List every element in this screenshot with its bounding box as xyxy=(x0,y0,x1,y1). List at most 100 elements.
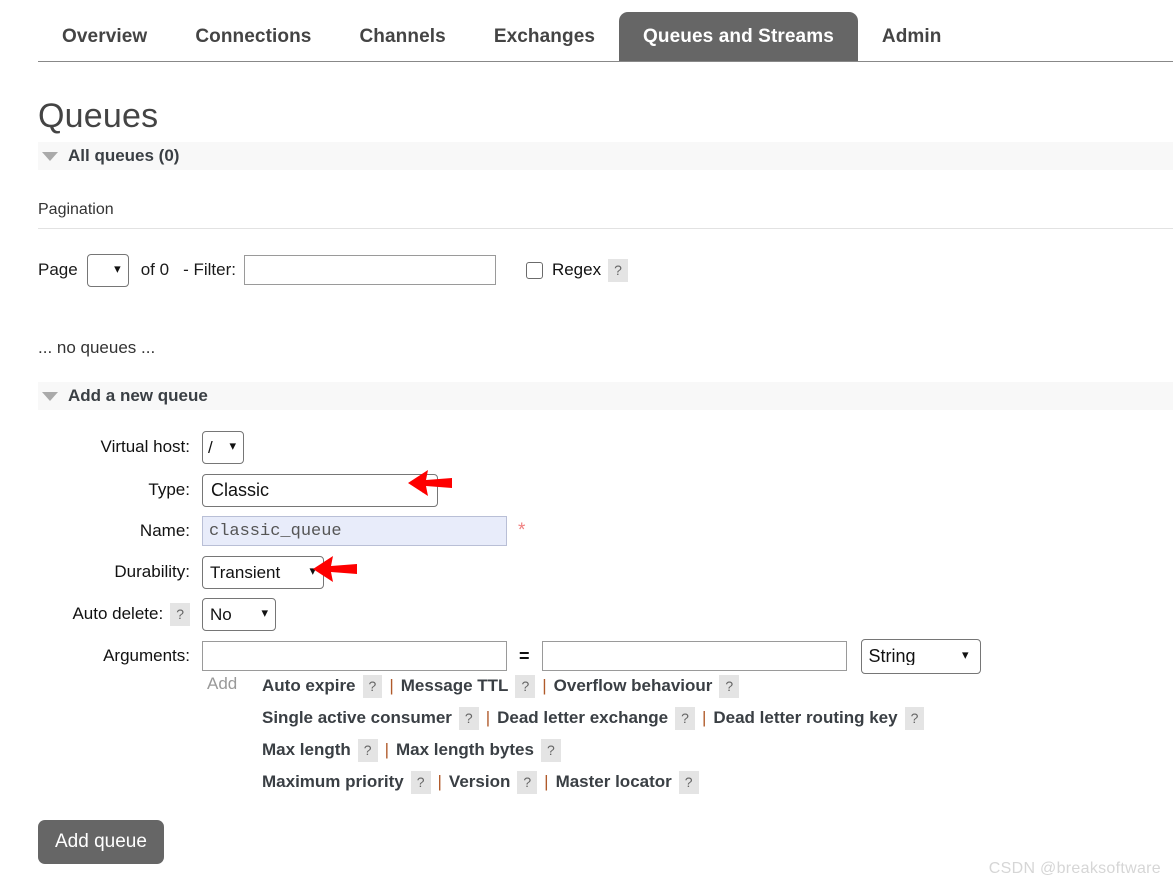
form-row-auto-delete: Auto delete:? No ▾ xyxy=(0,596,1173,632)
regex-label: Regex xyxy=(551,260,602,279)
pagination-label: Pagination xyxy=(38,201,114,218)
tab-admin[interactable]: Admin xyxy=(858,12,966,62)
type-control: Classic ▾ xyxy=(202,473,438,507)
type-label: Type: xyxy=(148,480,190,499)
virtual-host-select-wrapper: / ▾ xyxy=(202,430,244,464)
add-queue-button[interactable]: Add queue xyxy=(38,820,164,864)
tab-overview[interactable]: Overview xyxy=(38,12,171,62)
max-length-help-icon[interactable]: ? xyxy=(357,739,378,762)
chevron-down-icon xyxy=(42,151,58,161)
separator: | xyxy=(437,772,442,791)
section-header-all-queues[interactable]: All queues (0) xyxy=(38,142,1173,170)
dead-letter-routing-key-help-icon[interactable]: ? xyxy=(904,707,925,730)
section-title: Add a new queue xyxy=(68,386,208,405)
separator: | xyxy=(542,676,547,695)
argument-value-input[interactable] xyxy=(541,641,847,671)
arg-preset-single-active-consumer[interactable]: Single active consumer xyxy=(262,708,452,727)
maximum-priority-help-icon[interactable]: ? xyxy=(410,771,431,794)
tab-queues-and-streams[interactable]: Queues and Streams xyxy=(619,12,858,62)
separator: | xyxy=(701,708,707,727)
auto-delete-help-icon[interactable]: ? xyxy=(170,602,190,626)
max-length-bytes-help-icon[interactable]: ? xyxy=(540,739,561,762)
tab-label: Exchanges xyxy=(493,26,596,47)
form-row-name: Name: * xyxy=(0,514,1173,548)
section-header-add-queue[interactable]: Add a new queue xyxy=(38,382,1173,410)
arg-preset-dead-letter-exchange[interactable]: Dead letter exchange xyxy=(497,708,668,727)
message-ttl-help-icon[interactable]: ? xyxy=(515,675,536,698)
watermark: CSDN @breaksoftware xyxy=(988,860,1161,877)
virtual-host-label: Virtual host: xyxy=(100,437,190,456)
durability-label: Durability: xyxy=(114,562,190,581)
form-row-type: Type: Classic ▾ xyxy=(0,472,1173,508)
durability-select-wrapper: Transient ▾ xyxy=(202,555,324,589)
master-locator-help-icon[interactable]: ? xyxy=(678,771,699,794)
arg-preset-max-length-bytes[interactable]: Max length bytes xyxy=(396,740,534,759)
virtual-host-control: / ▾ xyxy=(202,430,244,464)
separator: | xyxy=(389,676,394,695)
tab-label: Connections xyxy=(195,26,312,47)
separator: | xyxy=(544,772,549,791)
section-title: All queues (0) xyxy=(68,146,180,165)
auto-delete-select[interactable]: No xyxy=(202,597,276,631)
arg-preset-version[interactable]: Version xyxy=(449,772,510,791)
argument-equals-sign: = xyxy=(519,645,530,666)
auto-delete-select-wrapper: No ▾ xyxy=(202,597,276,631)
tab-label: Admin xyxy=(881,26,942,47)
dead-letter-exchange-help-icon[interactable]: ? xyxy=(675,707,695,730)
single-active-consumer-help-icon[interactable]: ? xyxy=(458,707,479,730)
auto-delete-label-group: Auto delete:? xyxy=(0,602,190,626)
chevron-down-icon xyxy=(42,391,58,401)
pagination-controls: Page ▾ of 0 - Filter: Regex ? xyxy=(38,252,628,288)
tab-label: Queues and Streams xyxy=(643,26,834,47)
arg-preset-message-ttl[interactable]: Message TTL xyxy=(401,676,509,695)
argument-presets-row-2: Single active consumer? | Dead letter exch… xyxy=(262,707,925,730)
form-row-durability: Durability: Transient ▾ xyxy=(0,554,1173,590)
tab-label: Channels xyxy=(359,26,446,47)
add-argument-link[interactable]: Add xyxy=(207,674,237,694)
nav-underline xyxy=(38,61,1173,62)
argument-key-input[interactable] xyxy=(202,641,507,671)
arg-preset-master-locator[interactable]: Master locator xyxy=(556,772,672,791)
page-select[interactable] xyxy=(86,253,129,287)
filter-label: - Filter: xyxy=(183,260,236,279)
nav-tab-list: Overview Connections Channels Exchanges … xyxy=(38,12,965,62)
argument-presets-row-1: Auto expire? | Message TTL? | Overflow behav… xyxy=(262,675,740,698)
arg-preset-overflow-behaviour[interactable]: Overflow behaviour xyxy=(554,676,713,695)
arguments-control: = String ▾ xyxy=(202,638,981,674)
page-label: Page xyxy=(38,260,78,279)
filter-input[interactable] xyxy=(243,255,496,285)
form-row-virtual-host: Virtual host: / ▾ xyxy=(0,430,1173,464)
arguments-label: Arguments: xyxy=(103,646,190,665)
tab-exchanges[interactable]: Exchanges xyxy=(470,12,619,62)
type-select[interactable]: Classic xyxy=(202,473,438,507)
regex-control: Regex ? xyxy=(525,258,628,282)
durability-select[interactable]: Transient xyxy=(202,555,324,589)
separator: | xyxy=(485,708,491,727)
arg-preset-max-length[interactable]: Max length xyxy=(262,740,351,759)
argument-presets-row-3: Max length? | Max length bytes? xyxy=(262,739,561,762)
empty-state-text: ... no queues ... xyxy=(38,338,156,357)
virtual-host-select[interactable]: / xyxy=(202,430,244,464)
tab-connections[interactable]: Connections xyxy=(171,12,335,62)
pagination-divider xyxy=(38,228,1173,229)
separator: | xyxy=(384,740,390,759)
arg-preset-auto-expire[interactable]: Auto expire xyxy=(262,676,356,695)
arg-preset-maximum-priority[interactable]: Maximum priority xyxy=(262,772,404,791)
name-required-marker: * xyxy=(518,520,526,541)
auto-delete-label: Auto delete: xyxy=(72,603,164,623)
name-input[interactable] xyxy=(202,516,507,546)
arg-preset-dead-letter-routing-key[interactable]: Dead letter routing key xyxy=(713,708,897,727)
page-select-wrapper: ▾ xyxy=(86,253,129,287)
form-row-arguments: Arguments: = String ▾ xyxy=(0,638,1173,674)
regex-help-icon[interactable]: ? xyxy=(608,258,628,282)
page-title: Queues xyxy=(38,97,159,135)
version-help-icon[interactable]: ? xyxy=(517,771,538,794)
page-total-label: of 0 xyxy=(140,260,170,279)
tab-channels[interactable]: Channels xyxy=(335,12,469,62)
regex-checkbox[interactable] xyxy=(525,261,543,279)
overflow-behaviour-help-icon[interactable]: ? xyxy=(719,675,740,698)
argument-type-select[interactable]: String xyxy=(860,638,981,674)
auto-delete-control: No ▾ xyxy=(202,597,276,631)
auto-expire-help-icon[interactable]: ? xyxy=(362,675,383,698)
argument-presets-row-4: Maximum priority? | Version? | Master locato… xyxy=(262,771,699,794)
